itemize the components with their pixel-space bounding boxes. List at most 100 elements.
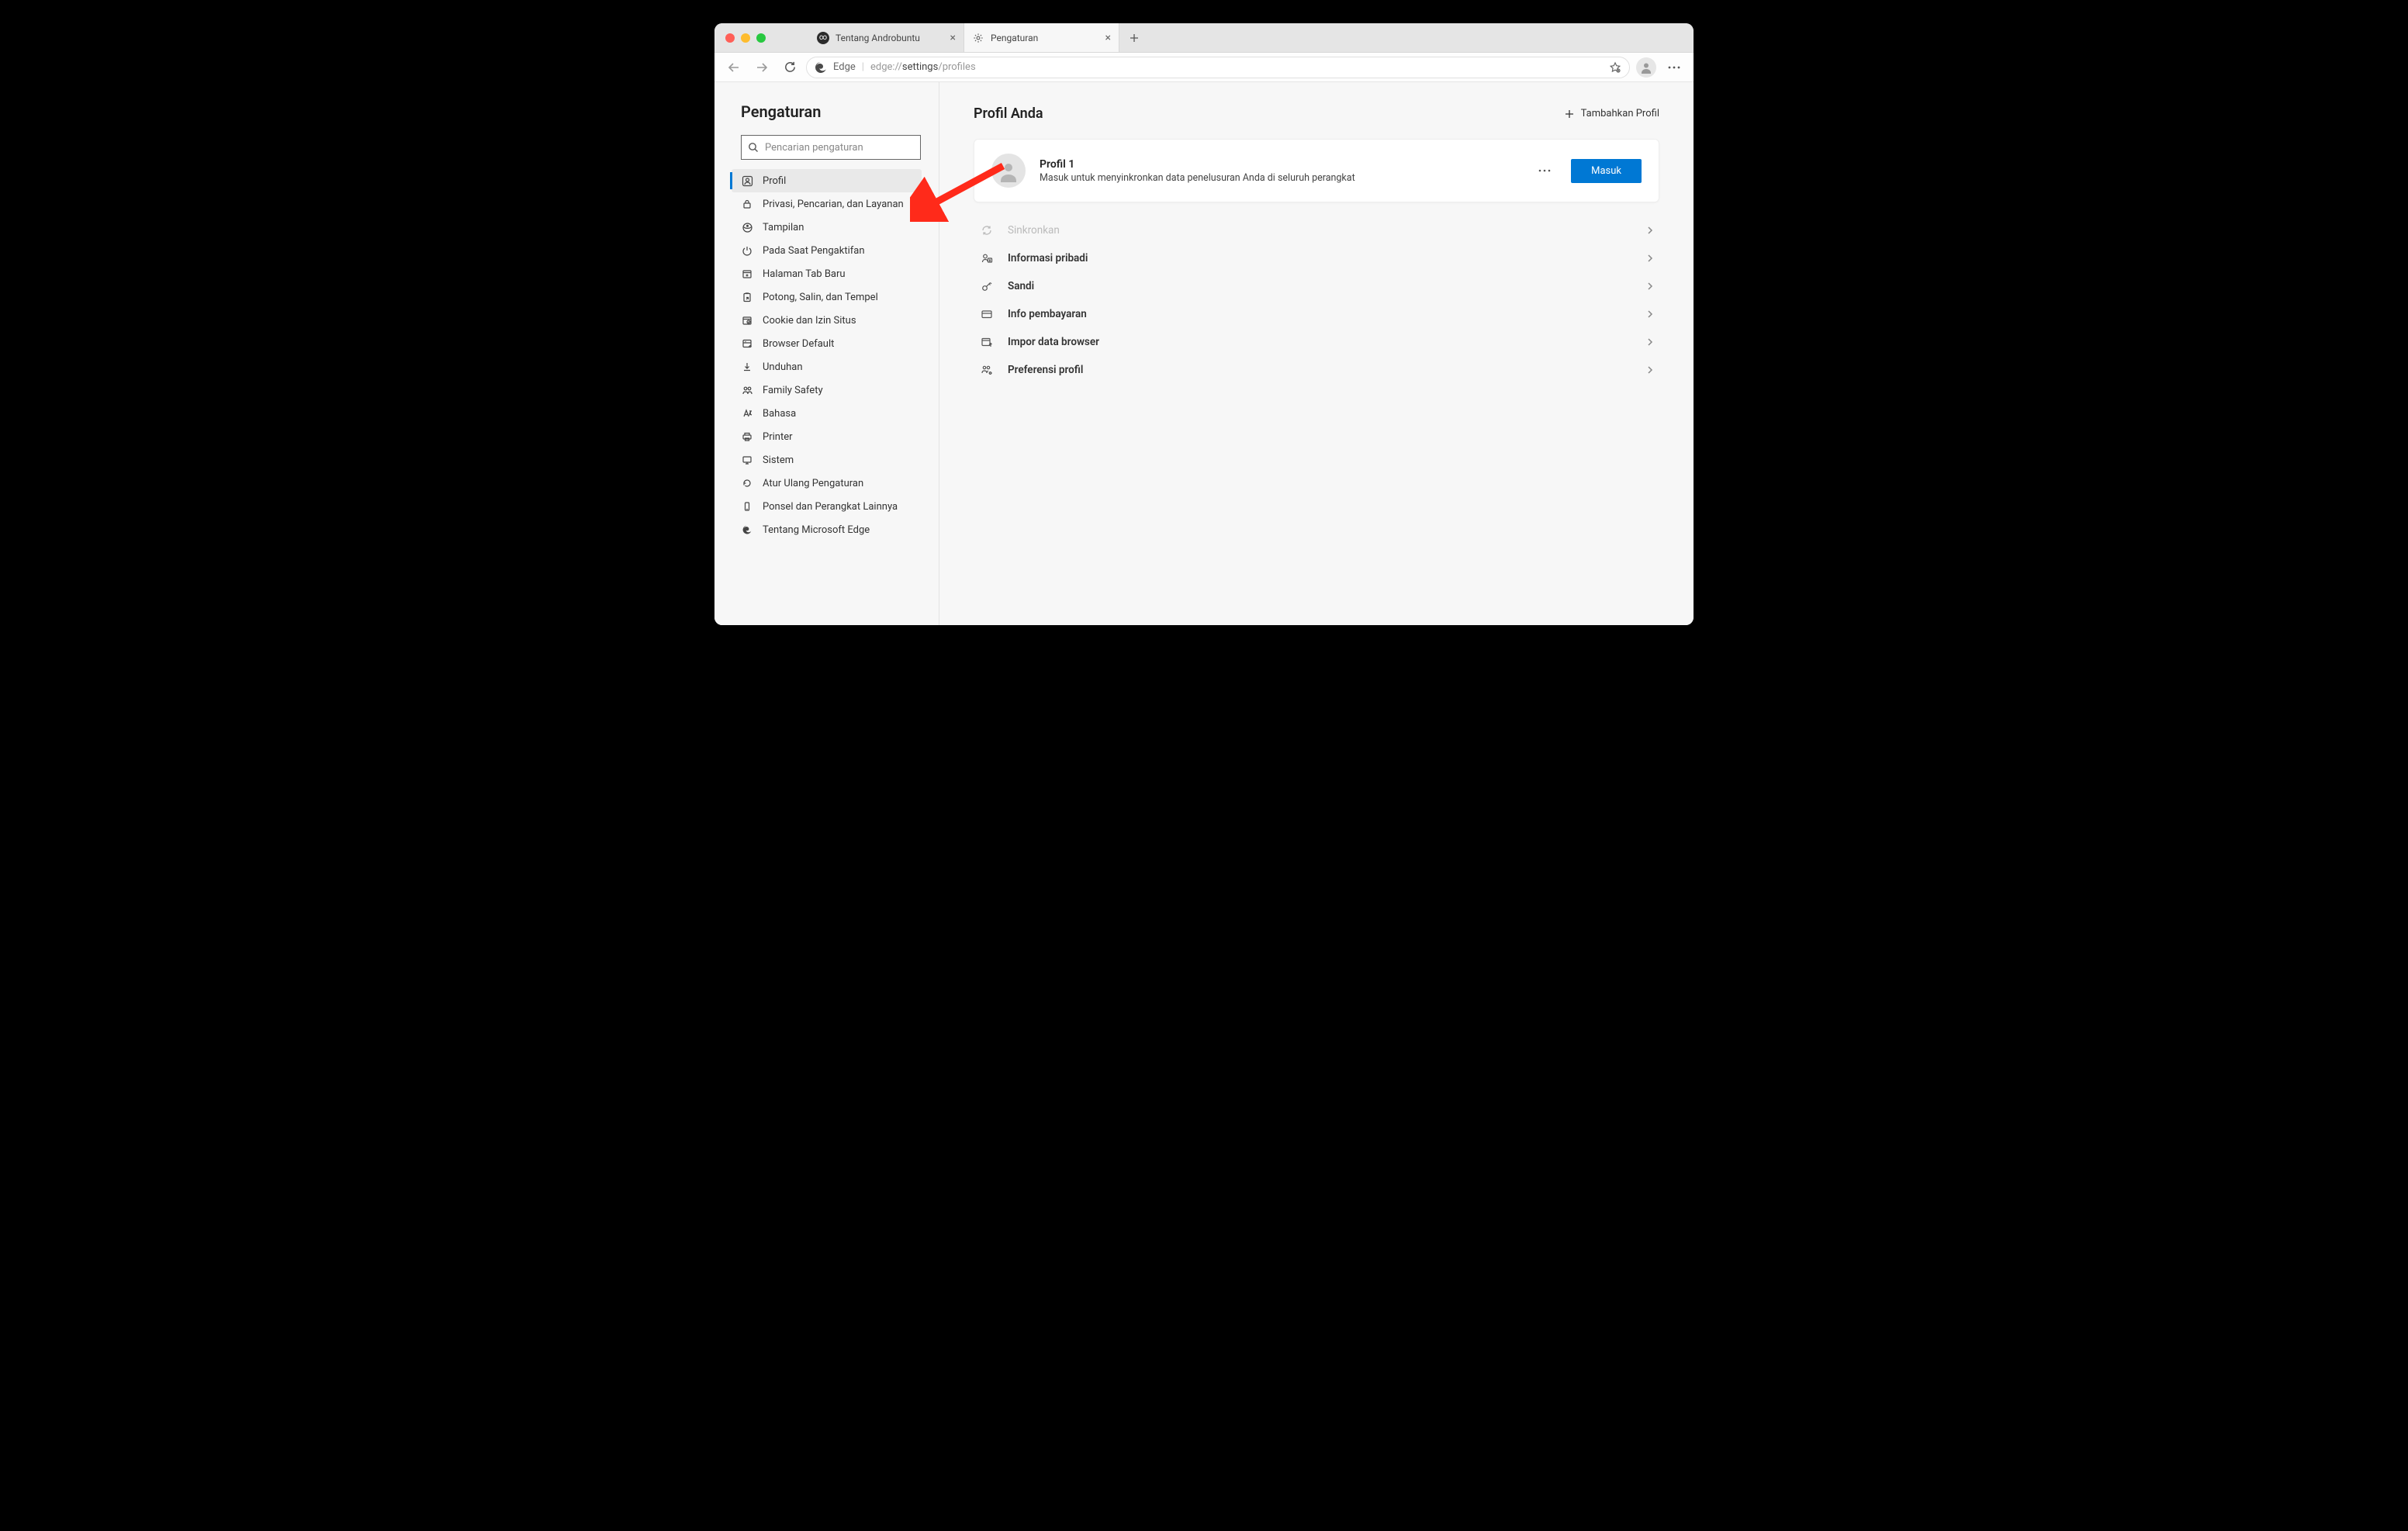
- profile-avatar-button[interactable]: [1635, 56, 1658, 79]
- item-label: Informasi pribadi: [1008, 252, 1633, 264]
- settings-title: Pengaturan: [741, 102, 922, 121]
- phone-icon: [741, 500, 753, 513]
- chevron-right-icon: [1647, 365, 1653, 375]
- nav-appearance[interactable]: Tampilan: [732, 216, 922, 239]
- nav-profile[interactable]: Profil: [732, 169, 922, 192]
- edge-logo-icon: [815, 61, 827, 74]
- nav-label: Sistem: [763, 454, 794, 466]
- nav-startup[interactable]: Pada Saat Pengaktifan: [732, 239, 922, 262]
- family-icon: [741, 384, 753, 396]
- more-menu-button[interactable]: [1662, 56, 1686, 79]
- gear-icon: [972, 32, 984, 44]
- nav-label: Profil: [763, 175, 786, 187]
- forward-button[interactable]: [750, 56, 773, 79]
- reset-icon: [741, 477, 753, 489]
- back-button[interactable]: [722, 56, 746, 79]
- nav-label: Cookie dan Izin Situs: [763, 315, 856, 327]
- nav-label: Unduhan: [763, 361, 803, 373]
- nav-family[interactable]: Family Safety: [732, 378, 922, 402]
- item-personal-info[interactable]: Informasi pribadi: [980, 244, 1653, 272]
- nav-newtab[interactable]: Halaman Tab Baru: [732, 262, 922, 285]
- person-card-icon: [980, 251, 994, 265]
- cookies-icon: [741, 314, 753, 327]
- nav-cookies[interactable]: Cookie dan Izin Situs: [732, 309, 922, 332]
- settings-nav: Profil Privasi, Pencarian, dan Layanan T…: [741, 169, 922, 541]
- close-tab-icon[interactable]: ×: [1105, 33, 1111, 43]
- nav-label: Potong, Salin, dan Tempel: [763, 292, 878, 303]
- nav-label: Ponsel dan Perangkat Lainnya: [763, 501, 898, 513]
- printer-icon: [741, 430, 753, 443]
- close-tab-icon[interactable]: ×: [950, 33, 956, 43]
- item-label: Impor data browser: [1008, 336, 1633, 348]
- chevron-right-icon: [1647, 226, 1653, 235]
- chevron-right-icon: [1647, 337, 1653, 347]
- maximize-window-button[interactable]: [756, 33, 766, 43]
- signin-button[interactable]: Masuk: [1571, 159, 1642, 183]
- nav-system[interactable]: Sistem: [732, 448, 922, 472]
- nav-label: Bahasa: [763, 408, 796, 420]
- nav-downloads[interactable]: Unduhan: [732, 355, 922, 378]
- clipboard-icon: [741, 291, 753, 303]
- profile-name: Profil 1: [1040, 158, 1518, 171]
- avatar-icon: [1636, 57, 1656, 78]
- add-profile-button[interactable]: Tambahkan Profil: [1564, 108, 1659, 119]
- profile-more-button[interactable]: [1532, 169, 1557, 172]
- nav-privacy[interactable]: Privasi, Pencarian, dan Layanan: [732, 192, 922, 216]
- tab-androbuntu[interactable]: ∞ Tentang Androbuntu ×: [809, 23, 964, 52]
- item-passwords[interactable]: Sandi: [980, 272, 1653, 300]
- close-window-button[interactable]: [725, 33, 735, 43]
- chevron-right-icon: [1647, 309, 1653, 319]
- nav-language[interactable]: Bahasa: [732, 402, 922, 425]
- item-sync: Sinkronkan: [980, 216, 1653, 244]
- profile-subtitle: Masuk untuk menyinkronkan data penelusur…: [1040, 172, 1518, 184]
- minimize-window-button[interactable]: [741, 33, 750, 43]
- settings-search[interactable]: [741, 135, 921, 160]
- profile-settings-icon: [980, 363, 994, 377]
- nav-printer[interactable]: Printer: [732, 425, 922, 448]
- nav-devices[interactable]: Ponsel dan Perangkat Lainnya: [732, 495, 922, 518]
- favorite-icon[interactable]: [1609, 61, 1621, 74]
- nav-clipboard[interactable]: Potong, Salin, dan Tempel: [732, 285, 922, 309]
- avatar-icon: [991, 154, 1026, 188]
- nav-label: Printer: [763, 431, 793, 443]
- edge-icon: [741, 524, 753, 536]
- nav-label: Tampilan: [763, 222, 804, 233]
- profile-icon: [741, 175, 753, 187]
- nav-label: Family Safety: [763, 385, 823, 396]
- titlebar: ∞ Tentang Androbuntu × Pengaturan ×: [714, 23, 1694, 53]
- main-header: Profil Anda Tambahkan Profil: [974, 105, 1659, 122]
- appearance-icon: [741, 221, 753, 233]
- item-label: Info pembayaran: [1008, 308, 1633, 320]
- language-icon: [741, 407, 753, 420]
- nav-label: Tentang Microsoft Edge: [763, 524, 870, 536]
- address-bar[interactable]: Edge | edge://settings/profiles: [806, 57, 1630, 78]
- nav-reset[interactable]: Atur Ulang Pengaturan: [732, 472, 922, 495]
- new-tab-button[interactable]: [1119, 23, 1149, 52]
- browser-icon: [741, 337, 753, 350]
- settings-search-input[interactable]: [765, 142, 914, 154]
- chevron-right-icon: [1647, 254, 1653, 263]
- item-label: Preferensi profil: [1008, 364, 1633, 376]
- item-payment[interactable]: Info pembayaran: [980, 300, 1653, 328]
- toolbar: Edge | edge://settings/profiles: [714, 53, 1694, 82]
- profile-items: Sinkronkan Informasi pribadi Sandi Info …: [974, 216, 1659, 384]
- profile-text: Profil 1 Masuk untuk menyinkronkan data …: [1040, 158, 1518, 184]
- nav-about[interactable]: Tentang Microsoft Edge: [732, 518, 922, 541]
- download-icon: [741, 361, 753, 373]
- tab-settings[interactable]: Pengaturan ×: [964, 23, 1119, 52]
- nav-label: Browser Default: [763, 338, 834, 350]
- add-profile-label: Tambahkan Profil: [1581, 108, 1659, 119]
- item-label: Sinkronkan: [1008, 224, 1633, 237]
- item-preferences[interactable]: Preferensi profil: [980, 356, 1653, 384]
- divider: |: [862, 61, 864, 73]
- item-import[interactable]: Impor data browser: [980, 328, 1653, 356]
- credit-card-icon: [980, 307, 994, 321]
- infinity-icon: ∞: [817, 32, 829, 44]
- settings-main: Profil Anda Tambahkan Profil Profil 1 Ma…: [939, 82, 1694, 625]
- tab-label: Tentang Androbuntu: [836, 33, 920, 43]
- refresh-button[interactable]: [778, 56, 801, 79]
- nav-default-browser[interactable]: Browser Default: [732, 332, 922, 355]
- settings-sidebar: Pengaturan Profil Privasi, Pencarian, da…: [714, 82, 939, 625]
- nav-label: Pada Saat Pengaktifan: [763, 245, 865, 257]
- tab-strip: ∞ Tentang Androbuntu × Pengaturan ×: [809, 23, 1149, 52]
